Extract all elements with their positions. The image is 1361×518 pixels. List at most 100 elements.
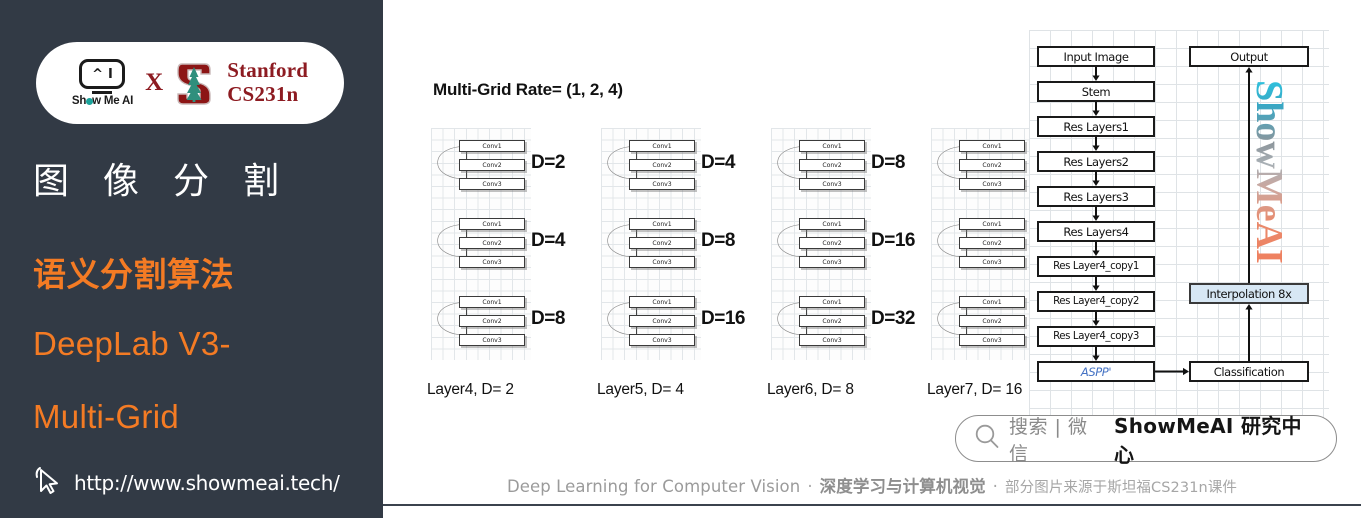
conv-stack: Conv1 Conv2 Conv3	[459, 218, 525, 268]
conv-box: Conv2	[459, 237, 525, 249]
slide-footer: Deep Learning for Computer Vision · 深度学习与计…	[383, 473, 1361, 497]
footer-english: Deep Learning for Computer Vision	[506, 477, 801, 496]
showmeai-wordmark: Sh w Me AI	[71, 95, 134, 107]
residual-block: Conv1Conv2Conv3D=16	[771, 206, 915, 280]
showmeai-watermark: ShowMeAI	[1248, 20, 1357, 320]
showmeai-logo: ^ I Sh w Me AI	[72, 59, 133, 107]
stanford-tree-logo	[174, 60, 214, 106]
footer-divider	[383, 504, 1361, 506]
arch-box: Res Layers4	[1037, 221, 1155, 242]
dilation-label: D=4	[531, 230, 565, 251]
conv-stack: Conv1 Conv2 Conv3	[799, 140, 865, 190]
conv-box: Conv3	[459, 256, 525, 268]
multigrid-panel: Conv1Conv2Conv3D=16Conv1Conv2Conv3D=32Co…	[931, 128, 1075, 360]
residual-block: Conv1 Conv2 Conv3 D=16	[601, 284, 745, 358]
conv-stack: Conv1 Conv2 Conv3	[959, 218, 1025, 268]
conv-box: Conv2	[629, 159, 695, 171]
dilation-label: D=4	[701, 152, 735, 173]
arch-box: Stem	[1037, 81, 1155, 102]
conv-box: Conv2	[959, 237, 1025, 249]
wechat-search-bar[interactable]: 搜索 | 微信 ShowMeAI 研究中心	[955, 414, 1337, 467]
multigrid-panel: Conv1 Conv2 Conv3 D=2 Conv1 Conv2 Conv3 D=4 Conv…	[431, 128, 565, 360]
conv-stack: Conv1 Conv2 Conv3	[459, 140, 525, 190]
conv-box: Conv2	[459, 315, 525, 327]
showmeai-mark-icon: ^ I	[79, 59, 126, 89]
stanford-line-2: CS231n	[227, 82, 299, 106]
residual-block: Conv1Conv2Conv3D=16	[931, 128, 1075, 202]
conv-box: Conv2	[959, 315, 1025, 327]
conv-stack: Conv1 Conv2 Conv3	[799, 296, 865, 346]
panel-caption: Layer4, D= 2	[427, 381, 514, 398]
logo-glyph-i: I	[108, 66, 113, 82]
conv-box: Conv3	[459, 178, 525, 190]
footer-source-note: 部分图片来源于斯坦福CS231n课件	[1005, 480, 1238, 496]
conv-stack: Conv1 Conv2 Conv3	[629, 218, 695, 268]
dilation-label: D=8	[871, 152, 905, 173]
conv-stack: Conv1 Conv2 Conv3	[459, 296, 525, 346]
dilation-label: D=8	[701, 230, 735, 251]
conv-stack: Conv1 Conv2 Conv3	[959, 296, 1025, 346]
conv-box: Conv2	[459, 159, 525, 171]
conv-box: Conv2	[799, 315, 865, 327]
residual-block: Conv1 Conv2 Conv3 D=32	[771, 284, 915, 358]
conv-box: Conv1	[799, 140, 865, 152]
residual-block: Conv1 Conv2 Conv3 D=4	[601, 128, 735, 202]
multigrid-panel: Conv1 Conv2 Conv3 D=8 Conv1 Conv2 Conv3 D=16 Con…	[771, 128, 915, 360]
footer-separator-1: ·	[807, 477, 813, 496]
arch-box: Res Layers2	[1037, 151, 1155, 172]
residual-block: Conv1 Conv2 Conv3 D=4	[431, 206, 565, 280]
conv-box: Conv1	[799, 296, 865, 308]
panel-caption: Layer5, D= 4	[597, 381, 684, 398]
footer-separator-2: ·	[992, 477, 999, 496]
arch-box: Res Layer4_copy3	[1037, 326, 1155, 347]
arch-box: Classification	[1189, 361, 1309, 382]
search-brand-label: ShowMeAI 研究中心	[1114, 413, 1302, 467]
conv-box: Conv3	[799, 334, 865, 346]
cross-symbol: X	[145, 69, 164, 96]
page-subtitle: 语义分割算法	[33, 255, 234, 294]
stanford-cs231n-label: Stanford CS231n	[227, 59, 308, 106]
arch-box: Res Layer4_copy2	[1037, 291, 1155, 312]
conv-box: Conv1	[459, 140, 525, 152]
website-url-text: http://www.showmeai.tech/	[74, 470, 340, 495]
conv-box: Conv3	[959, 334, 1025, 346]
conv-box: Conv1	[959, 296, 1025, 308]
conv-box: Conv2	[799, 159, 865, 171]
conv-box: Conv2	[629, 237, 695, 249]
brand-badge: ^ I Sh w Me AI X Stanford CS231n	[36, 42, 344, 124]
residual-block: Conv1 Conv2 Conv3 D=8	[771, 128, 905, 202]
residual-block: Conv1Conv2Conv3D=64	[931, 284, 1075, 358]
arch-box: ASPP'	[1037, 361, 1155, 382]
conv-box: Conv1	[629, 218, 695, 230]
stanford-line-1: Stanford	[227, 58, 309, 83]
conv-box: Conv3	[629, 334, 695, 346]
arch-box: Res Layer4_copy1	[1037, 256, 1155, 277]
arch-box: Res Layers1	[1037, 116, 1155, 137]
conv-box: Conv2	[629, 315, 695, 327]
conv-box: Conv1	[629, 296, 695, 308]
conv-box: Conv2	[959, 159, 1025, 171]
multigrid-rate-title: Multi-Grid Rate= (1, 2, 4)	[433, 80, 623, 99]
conv-box: Conv1	[459, 296, 525, 308]
slide-content: Multi-Grid Rate= (1, 2, 4) Conv1 Conv2 Con…	[380, 0, 1361, 518]
dilation-label: D=8	[531, 308, 565, 329]
cursor-pointer-icon	[34, 465, 62, 500]
logo-glyph-a: ^	[92, 66, 104, 82]
panel-caption: Layer7, D= 16	[927, 381, 1023, 398]
search-input[interactable]: 搜索 | 微信	[1009, 412, 1105, 466]
arch-box: Input Image	[1037, 46, 1155, 67]
topic-line-2: Multi-Grid	[33, 398, 180, 435]
conv-stack: Conv1 Conv2 Conv3	[629, 140, 695, 190]
conv-box: Conv3	[459, 334, 525, 346]
conv-box: Conv3	[959, 256, 1025, 268]
residual-block: Conv1 Conv2 Conv3 D=8	[431, 284, 565, 358]
conv-box: Conv3	[629, 256, 695, 268]
arch-box: Output	[1189, 46, 1309, 67]
dilation-label: D=16	[701, 308, 745, 329]
conv-box: Conv1	[959, 140, 1025, 152]
residual-block: Conv1 Conv2 Conv3 D=2	[431, 128, 565, 202]
website-url-row[interactable]: http://www.showmeai.tech/	[34, 465, 340, 500]
sidebar: ^ I Sh w Me AI X Stanford CS231n 图像分割 语义…	[0, 0, 380, 518]
dilation-label: D=2	[531, 152, 565, 173]
dilation-label: D=16	[871, 230, 915, 251]
